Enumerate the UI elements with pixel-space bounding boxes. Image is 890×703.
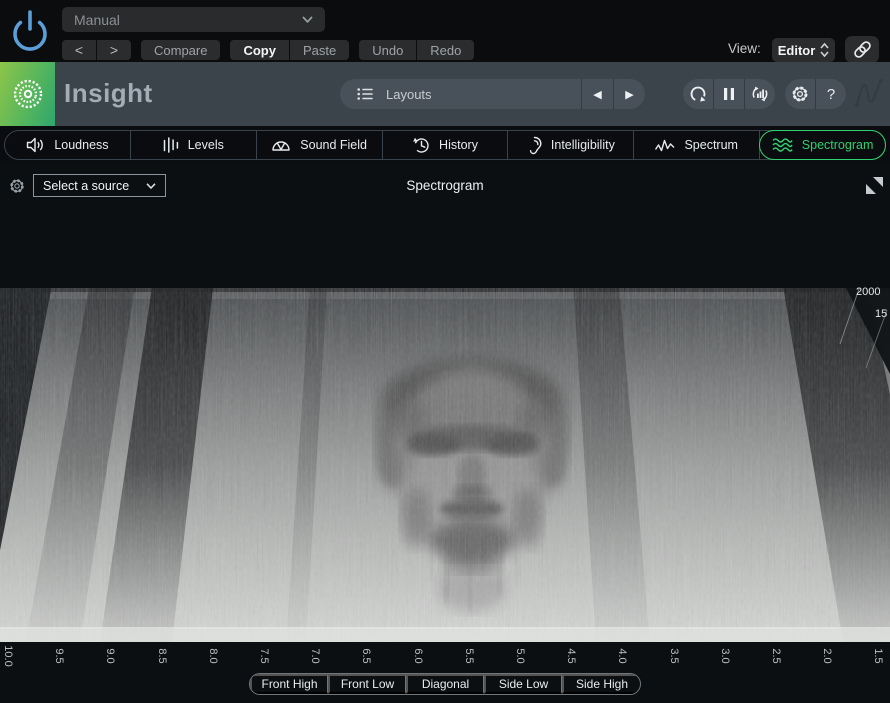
loop-icon <box>688 84 708 104</box>
edit-controls-row: < > Compare Copy Paste Undo Redo <box>62 40 484 60</box>
settings-help-group: ? <box>785 79 846 109</box>
loop-playback-button[interactable] <box>683 79 713 109</box>
time-tick: 7.0 <box>305 646 325 666</box>
prev-preset-button[interactable]: < <box>62 40 96 60</box>
insight-plugin-window: Manual < > Compare Copy Paste Undo Redo … <box>0 0 890 703</box>
time-axis: 10.0 9.5 9.0 8.5 8.0 7.5 7.0 6.5 6.0 5.5… <box>0 642 890 674</box>
product-header: Insight Layouts ◀ ▶ <box>0 62 890 126</box>
spectrogram-waterfall <box>0 288 890 642</box>
layout-next-button[interactable]: ▶ <box>614 79 645 109</box>
time-tick: 1.5 <box>868 646 888 666</box>
tab-levels[interactable]: Levels <box>131 131 257 159</box>
tab-spectrogram[interactable]: Spectrogram <box>759 130 886 160</box>
view-front-high-button[interactable]: Front High <box>250 674 328 694</box>
tab-spectrum[interactable]: Spectrum <box>634 131 760 159</box>
time-tick: 4.5 <box>561 646 581 666</box>
tab-label: Spectrum <box>684 138 738 152</box>
panel-title: Spectrogram <box>0 178 890 193</box>
tab-label: Intelligibility <box>551 138 615 152</box>
time-tick: 2.5 <box>766 646 786 666</box>
layouts-label: Layouts <box>386 87 432 102</box>
time-tick: 8.5 <box>152 646 172 666</box>
history-icon <box>412 136 430 154</box>
undo-button[interactable]: Undo <box>359 40 416 60</box>
settings-button[interactable] <box>785 79 815 109</box>
pause-icon <box>723 87 735 101</box>
tab-label: Spectrogram <box>802 138 874 152</box>
tab-sound-field[interactable]: Sound Field <box>257 131 383 159</box>
link-icon <box>853 40 872 59</box>
view-angle-segmented-control: Front High Front Low Diagonal Side Low S… <box>249 673 641 695</box>
time-tick: 5.5 <box>459 646 479 666</box>
top-chrome-bar: Manual < > Compare Copy Paste Undo Redo … <box>0 0 890 62</box>
transport-control-group <box>683 79 775 109</box>
time-tick: 3.5 <box>664 646 684 666</box>
copy-button[interactable]: Copy <box>230 40 289 60</box>
spectrogram-icon <box>772 137 793 153</box>
compare-button[interactable]: Compare <box>141 40 220 60</box>
pause-button[interactable] <box>714 79 744 109</box>
list-icon <box>357 88 373 100</box>
question-mark-icon: ? <box>827 86 835 103</box>
tab-label: Sound Field <box>300 138 367 152</box>
tab-label: Levels <box>188 138 224 152</box>
layouts-control-group: Layouts ◀ ▶ <box>340 79 645 109</box>
audiolens-sync-icon <box>851 76 889 112</box>
time-tick: 9.5 <box>49 646 69 666</box>
view-front-low-button[interactable]: Front Low <box>328 674 406 694</box>
freq-axis-label-1500: 15 <box>875 308 887 320</box>
layout-prev-button[interactable]: ◀ <box>582 79 613 109</box>
freq-axis-label-2000: 2000 <box>856 286 880 298</box>
pinwheel-icon <box>10 76 46 112</box>
meter-reset-icon <box>750 84 770 104</box>
time-tick: 4.0 <box>612 646 632 666</box>
module-tab-bar: Loudness Levels Sound Field <box>0 126 890 164</box>
tab-loudness[interactable]: Loudness <box>5 131 131 159</box>
view-angle-bar: Front High Front Low Diagonal Side Low S… <box>0 673 890 695</box>
loudness-icon <box>26 137 45 153</box>
gear-icon <box>790 84 810 104</box>
tab-label: Loudness <box>54 138 108 152</box>
stepper-chevrons-icon <box>820 42 829 58</box>
time-tick: 7.5 <box>254 646 274 666</box>
preset-value: Manual <box>74 12 120 28</box>
time-tick: 9.0 <box>100 646 120 666</box>
reset-meters-button[interactable] <box>745 79 775 109</box>
tab-intelligibility[interactable]: Intelligibility <box>508 131 634 159</box>
redo-button[interactable]: Redo <box>417 40 474 60</box>
layouts-dropdown[interactable]: Layouts <box>340 79 581 109</box>
paste-button[interactable]: Paste <box>290 40 349 60</box>
time-tick: 10.0 <box>0 646 18 666</box>
app-title: Insight <box>64 78 153 109</box>
expand-icon[interactable] <box>866 177 883 194</box>
chevron-down-icon <box>302 16 313 23</box>
view-label: View: <box>728 41 761 56</box>
help-button[interactable]: ? <box>816 79 846 109</box>
tab-label: History <box>439 138 478 152</box>
view-side-low-button[interactable]: Side Low <box>484 674 562 694</box>
time-tick: 6.0 <box>408 646 428 666</box>
view-mode-select[interactable]: Editor <box>772 38 835 62</box>
power-button-icon[interactable] <box>10 8 50 54</box>
izotope-logo <box>0 62 55 126</box>
sound-field-icon <box>271 138 291 152</box>
time-tick: 6.5 <box>356 646 376 666</box>
time-tick: 2.0 <box>817 646 837 666</box>
spectrum-icon <box>655 139 675 152</box>
time-tick: 5.0 <box>510 646 530 666</box>
view-mode-value: Editor <box>778 43 816 58</box>
time-tick: 8.0 <box>203 646 223 666</box>
link-button[interactable] <box>845 36 879 63</box>
levels-icon <box>163 137 179 153</box>
next-preset-button[interactable]: > <box>97 40 131 60</box>
preset-dropdown[interactable]: Manual <box>62 7 325 32</box>
view-side-high-button[interactable]: Side High <box>562 674 640 694</box>
tab-history[interactable]: History <box>383 131 509 159</box>
view-diagonal-button[interactable]: Diagonal <box>406 674 484 694</box>
time-tick: 3.0 <box>715 646 735 666</box>
ear-icon <box>527 136 542 155</box>
